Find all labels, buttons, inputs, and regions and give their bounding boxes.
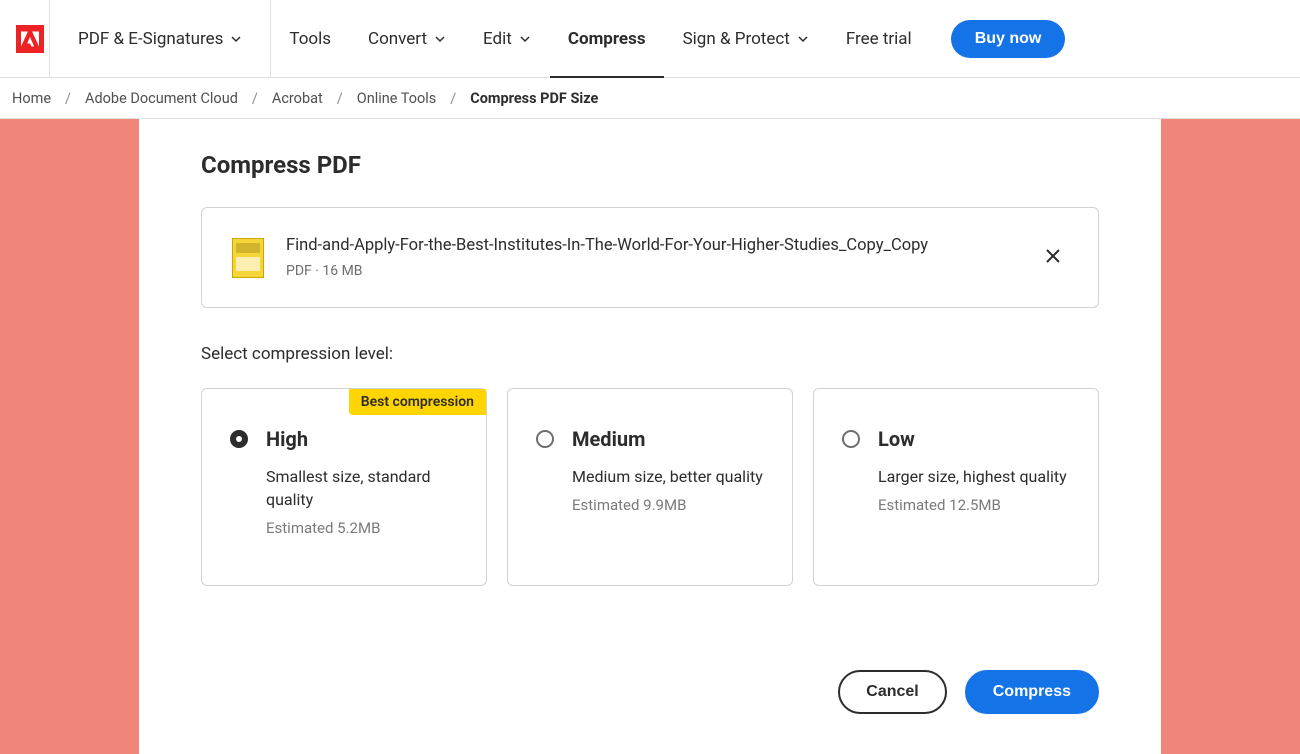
crumb-acrobat[interactable]: Acrobat	[272, 90, 323, 107]
option-desc: Smallest size, standard quality	[266, 465, 458, 511]
option-title: Low	[878, 427, 1070, 451]
nav-tools[interactable]: Tools	[271, 0, 350, 78]
radio-low[interactable]	[842, 430, 860, 448]
radio-high[interactable]	[230, 430, 248, 448]
crumb-home[interactable]: Home	[12, 90, 51, 107]
chevron-down-icon	[797, 33, 809, 45]
close-icon	[1044, 247, 1062, 265]
chevron-down-icon	[434, 33, 446, 45]
option-medium[interactable]: Medium Medium size, better quality Estim…	[507, 388, 793, 586]
crumb-online-tools[interactable]: Online Tools	[357, 90, 437, 107]
option-title: High	[266, 427, 458, 451]
crumb-current: Compress PDF Size	[470, 90, 598, 107]
option-desc: Larger size, highest quality	[878, 465, 1070, 488]
compression-level-label: Select compression level:	[201, 344, 1099, 364]
option-title: Medium	[572, 427, 764, 451]
separator: /	[450, 90, 456, 107]
nav-label: PDF & E-Signatures	[78, 29, 223, 49]
cancel-button[interactable]: Cancel	[838, 670, 946, 714]
nav-free-trial[interactable]: Free trial	[828, 0, 931, 78]
option-low[interactable]: Low Larger size, highest quality Estimat…	[813, 388, 1099, 586]
chevron-down-icon	[519, 33, 531, 45]
breadcrumb: Home / Adobe Document Cloud / Acrobat / …	[0, 78, 1300, 119]
option-estimate: Estimated 9.9MB	[572, 496, 764, 514]
nav-compress[interactable]: Compress	[550, 0, 665, 78]
file-info: Find-and-Apply-For-the-Best-Institutes-I…	[286, 236, 1016, 279]
nav-pdf-esignatures[interactable]: PDF & E-Signatures	[50, 0, 271, 78]
best-compression-badge: Best compression	[349, 389, 486, 415]
crumb-doc-cloud[interactable]: Adobe Document Cloud	[85, 90, 238, 107]
nav-convert[interactable]: Convert	[350, 0, 465, 78]
remove-file-button[interactable]	[1038, 241, 1068, 274]
separator: /	[65, 90, 71, 107]
chevron-down-icon	[230, 33, 242, 45]
compress-button[interactable]: Compress	[965, 670, 1099, 714]
buy-now-button[interactable]: Buy now	[951, 20, 1066, 58]
file-meta: PDF · 16 MB	[286, 263, 1016, 279]
option-estimate: Estimated 12.5MB	[878, 496, 1070, 514]
file-card: Find-and-Apply-For-the-Best-Institutes-I…	[201, 207, 1099, 308]
separator: /	[337, 90, 343, 107]
main-panel: Compress PDF Find-and-Apply-For-the-Best…	[139, 119, 1161, 754]
nav-edit[interactable]: Edit	[465, 0, 550, 78]
page-title: Compress PDF	[201, 151, 1099, 179]
top-nav: PDF & E-Signatures Tools Convert Edit Co…	[0, 0, 1300, 78]
separator: /	[252, 90, 258, 107]
file-thumbnail	[232, 238, 264, 278]
option-estimate: Estimated 5.2MB	[266, 519, 458, 537]
radio-medium[interactable]	[536, 430, 554, 448]
adobe-logo[interactable]	[10, 0, 50, 78]
action-buttons: Cancel Compress	[201, 670, 1099, 714]
option-desc: Medium size, better quality	[572, 465, 764, 488]
adobe-icon	[21, 30, 39, 48]
main-stage: Compress PDF Find-and-Apply-For-the-Best…	[0, 119, 1300, 754]
option-high[interactable]: Best compression High Smallest size, sta…	[201, 388, 487, 586]
nav-sign-protect[interactable]: Sign & Protect	[665, 0, 828, 78]
file-name: Find-and-Apply-For-the-Best-Institutes-I…	[286, 236, 1016, 255]
compression-options: Best compression High Smallest size, sta…	[201, 388, 1099, 586]
